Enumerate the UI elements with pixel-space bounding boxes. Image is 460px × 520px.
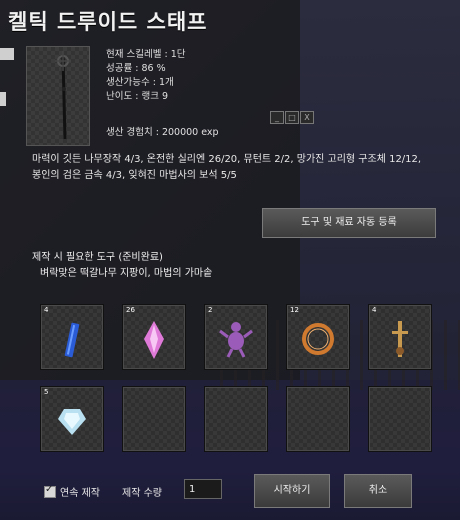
- pink-crystal-icon: [144, 321, 164, 359]
- quantity-label: 제작 수량: [122, 488, 162, 499]
- continuous-checkbox[interactable]: [44, 484, 56, 498]
- quantity-input[interactable]: 1: [184, 479, 222, 499]
- tools-header: 제작 시 필요한 도구 (준비완료): [32, 252, 163, 263]
- auto-register-button[interactable]: 도구 및 재료 자동 등록: [262, 208, 436, 238]
- material-slot[interactable]: 4: [40, 304, 104, 370]
- material-slot[interactable]: 2: [204, 304, 268, 370]
- material-slot[interactable]: 26: [122, 304, 186, 370]
- slot-count: 2: [208, 306, 213, 314]
- material-slot[interactable]: [204, 386, 268, 452]
- maximize-button[interactable]: □: [285, 111, 299, 124]
- producible-count: 생산가능수 : 1개: [106, 77, 174, 88]
- slot-count: 26: [126, 306, 135, 314]
- side-tab[interactable]: [0, 92, 6, 106]
- purple-mutant-icon: [219, 322, 253, 358]
- gem-icon: [58, 409, 86, 435]
- window-title: 켈틱 드루이드 스태프: [8, 10, 208, 34]
- production-exp: 생산 경험치 : 200000 exp: [106, 127, 219, 138]
- material-slot[interactable]: [368, 386, 432, 452]
- material-slot[interactable]: 4: [368, 304, 432, 370]
- blue-wood-icon: [64, 322, 80, 358]
- material-slot[interactable]: 12: [286, 304, 350, 370]
- tools-list: 벼락맞은 떡갈나무 지팡이, 마법의 가마솥: [40, 268, 213, 279]
- staff-icon: [55, 51, 71, 140]
- slot-count: 4: [44, 306, 49, 314]
- item-preview: [26, 46, 90, 146]
- cancel-button[interactable]: 취소: [344, 474, 412, 508]
- slot-count: 4: [372, 306, 377, 314]
- minimize-button[interactable]: _: [270, 111, 284, 124]
- metal-key-icon: [392, 321, 408, 357]
- start-button[interactable]: 시작하기: [254, 474, 330, 508]
- window-controls: _ □ X: [270, 111, 314, 124]
- slot-count: 5: [44, 388, 49, 396]
- continuous-label: 연속 제작: [60, 488, 100, 499]
- ring-structure-icon: [302, 323, 334, 355]
- material-slot[interactable]: [122, 386, 186, 452]
- continuous-craft[interactable]: 연속 제작: [44, 484, 100, 499]
- success-rate: 성공률 : 86 %: [106, 63, 166, 74]
- material-slot[interactable]: 5: [40, 386, 104, 452]
- materials-description: 마력이 깃든 나무장작 4/3, 온전한 실리엔 26/20, 뮤턴트 2/2,…: [32, 154, 422, 181]
- material-slot[interactable]: [286, 386, 350, 452]
- slot-count: 12: [290, 306, 299, 314]
- difficulty: 난이도 : 랭크 9: [106, 91, 169, 102]
- close-button[interactable]: X: [300, 111, 314, 124]
- side-tab[interactable]: [0, 48, 14, 60]
- skill-level: 현재 스킬레벨 : 1단: [106, 49, 186, 60]
